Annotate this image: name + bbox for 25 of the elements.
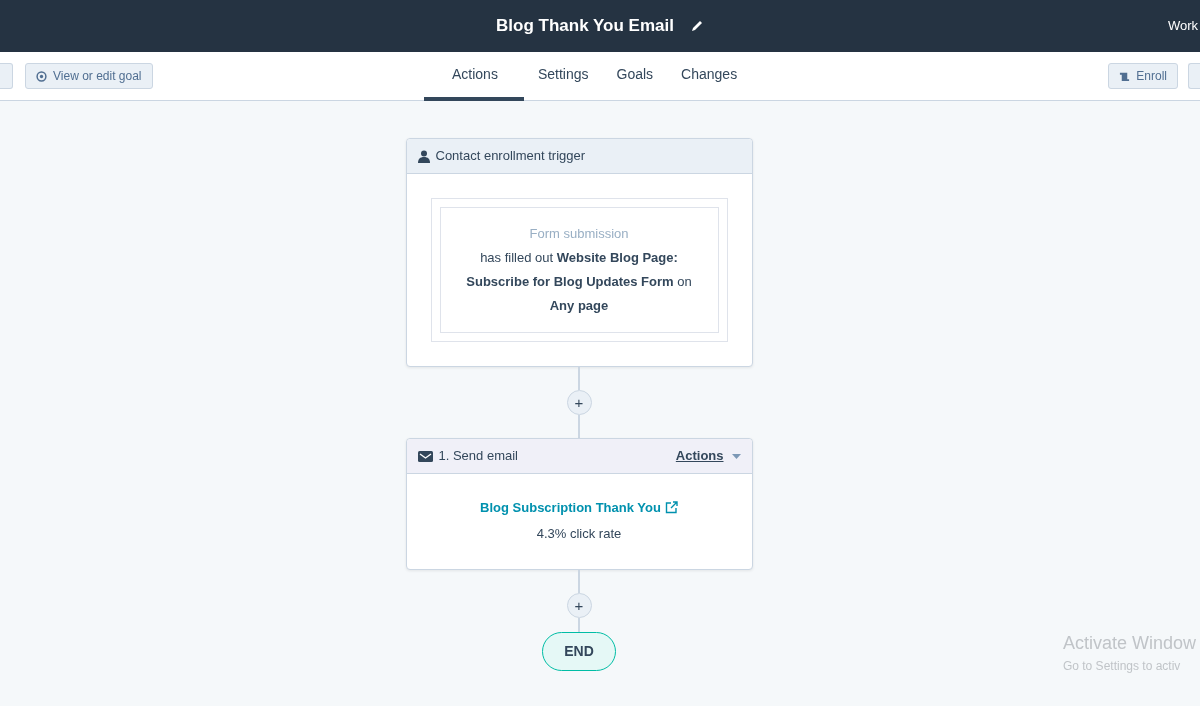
enroll-icon	[1119, 70, 1131, 82]
header-link[interactable]: Work	[1167, 16, 1198, 36]
filter-description: has filled out Website Blog Page: Subscribe for Blog Updates Form on Any page	[465, 249, 693, 315]
card-title: Contact enrollment trigger	[435, 147, 586, 166]
tab[interactable]: Goals	[602, 52, 668, 101]
tab[interactable]: Changes	[667, 52, 752, 101]
external-link-icon[interactable]	[664, 501, 678, 515]
email-link[interactable]: Blog Subscription Thank You	[480, 498, 661, 518]
pencil-icon[interactable]	[689, 19, 704, 33]
add-step-button[interactable]: +	[566, 390, 592, 415]
click-rate: 4.3% click rate	[535, 524, 623, 543]
actions-dropdown[interactable]: Actions	[675, 446, 741, 466]
target-icon	[36, 70, 47, 82]
card-title: 1. Send email	[438, 447, 519, 466]
enroll-button[interactable]: Enroll	[1108, 63, 1178, 89]
goal-button[interactable]: View or edit goal	[25, 63, 153, 89]
tab[interactable]: Actions	[424, 52, 524, 101]
caret-icon	[731, 453, 741, 459]
filter-type: Form submission	[528, 225, 630, 243]
person-icon	[417, 149, 430, 163]
add-step-button[interactable]: +	[566, 593, 592, 618]
envelope-icon	[417, 450, 433, 462]
end-node: END	[542, 632, 616, 671]
workflow-title: Blog Thank You Email	[496, 15, 674, 38]
tab[interactable]: Settings	[523, 52, 603, 101]
